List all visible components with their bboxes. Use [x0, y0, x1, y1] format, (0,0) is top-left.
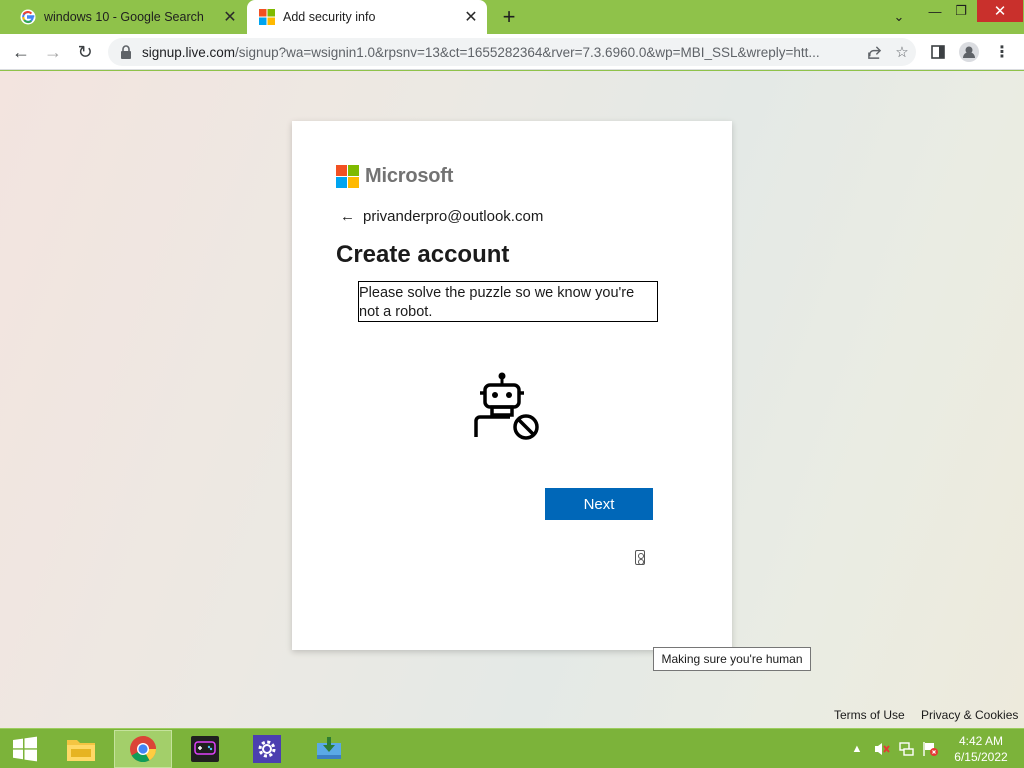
side-panel-icon[interactable]	[926, 40, 950, 64]
reload-icon[interactable]: ↻	[73, 40, 97, 64]
star-icon[interactable]: ☆	[888, 38, 916, 66]
network-icon[interactable]	[896, 729, 916, 768]
tab-add-security-info[interactable]: Add security info ✕	[247, 0, 487, 34]
browser-tab-strip: windows 10 - Google Search ✕ Add securit…	[0, 0, 1024, 34]
back-arrow-icon[interactable]: ←	[9, 40, 33, 64]
page-background: Microsoft ← privanderpro@outlook.com Cre…	[0, 71, 1024, 728]
tab-google-search[interactable]: windows 10 - Google Search ✕	[8, 0, 246, 34]
file-explorer-icon[interactable]	[52, 730, 110, 768]
address-bar[interactable]: signup.live.com/signup?wa=wsignin1.0&rps…	[108, 38, 916, 66]
terms-of-use-link[interactable]: Terms of Use	[834, 708, 905, 722]
identity-email: privanderpro@outlook.com	[363, 208, 544, 225]
clock-time: 4:42 AM	[958, 734, 1004, 748]
game-bar-icon[interactable]	[176, 730, 234, 768]
url-path: /signup?wa=wsignin1.0&rpsnv=13&ct=165528…	[235, 44, 820, 60]
chrome-icon[interactable]	[114, 730, 172, 768]
robot-blocked-icon	[474, 372, 539, 440]
system-clock[interactable]: 4:42 AM 6/15/2022	[948, 733, 1014, 765]
settings-icon[interactable]	[238, 730, 296, 768]
browser-toolbar: ← → ↻ signup.live.com/signup?wa=wsignin1…	[0, 34, 1024, 70]
page-title: Create account	[336, 241, 510, 268]
close-tab-icon[interactable]: ✕	[220, 7, 240, 27]
audio-challenge-icon[interactable]	[635, 550, 645, 565]
plus-icon[interactable]: +	[496, 4, 522, 29]
identity-banner[interactable]: ← privanderpro@outlook.com	[340, 208, 543, 225]
microsoft-logo-icon	[259, 9, 275, 25]
installer-icon[interactable]	[300, 730, 358, 768]
action-center-flag-icon[interactable]	[920, 729, 940, 768]
restore-icon[interactable]: ❐	[946, 0, 976, 22]
signup-card: Microsoft ← privanderpro@outlook.com Cre…	[292, 121, 732, 650]
tab-title: windows 10 - Google Search	[44, 10, 204, 24]
show-hidden-icons-icon[interactable]: ▲	[850, 729, 864, 768]
tab-title: Add security info	[283, 10, 376, 24]
tooltip: Making sure you're human	[653, 647, 811, 671]
windows-start-icon[interactable]	[0, 729, 50, 768]
forward-arrow-icon[interactable]: →	[41, 40, 65, 64]
lock-icon[interactable]	[118, 44, 134, 60]
share-icon[interactable]	[860, 38, 888, 66]
kebab-menu-icon[interactable]: ⋮	[990, 40, 1014, 64]
next-button[interactable]: Next	[545, 488, 653, 520]
volume-muted-icon[interactable]	[872, 729, 892, 768]
clock-date: 6/15/2022	[954, 750, 1008, 764]
chevron-down-icon[interactable]: ⌄	[884, 6, 914, 28]
google-g-icon	[20, 9, 36, 25]
brand-name: Microsoft	[365, 165, 454, 187]
url-host: signup.live.com	[142, 44, 236, 60]
puzzle-instructions: Please solve the puzzle so we know you'r…	[358, 281, 658, 322]
taskbar: ▲ 4:42 AM 6/15/2022	[0, 728, 1024, 768]
profile-icon[interactable]	[957, 40, 981, 64]
back-arrow-icon[interactable]: ←	[340, 208, 355, 225]
close-icon[interactable]: ✕	[977, 0, 1023, 22]
microsoft-squares-icon	[336, 165, 359, 188]
privacy-cookies-link[interactable]: Privacy & Cookies	[921, 708, 1018, 722]
microsoft-logo: Microsoft	[336, 165, 453, 188]
url-text: signup.live.com/signup?wa=wsignin1.0&rps…	[142, 45, 860, 60]
close-tab-icon[interactable]: ✕	[461, 7, 481, 27]
